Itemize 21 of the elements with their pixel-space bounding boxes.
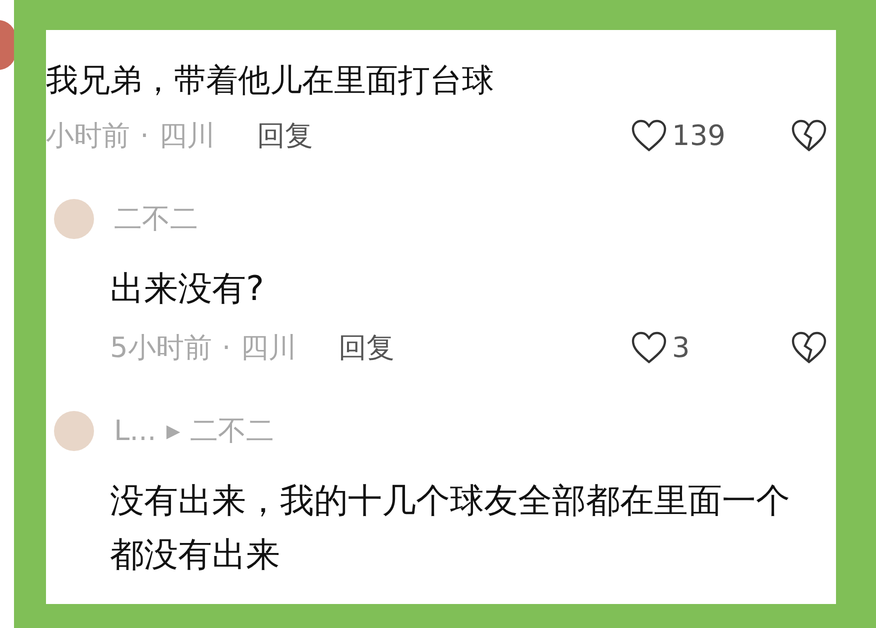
comment-text: 没有出来，我的十几个球友全部都在里面一个都没有出来	[110, 480, 791, 577]
broken-heart-icon[interactable]	[790, 331, 828, 365]
comment-time: 小时前	[46, 118, 130, 154]
author-name: 二不二	[190, 413, 274, 449]
separator-dot: ·	[140, 118, 149, 154]
like-count: 3	[672, 330, 690, 366]
separator-dot: ·	[222, 330, 231, 366]
author-name: 二不二	[114, 201, 198, 237]
like-count: 139	[672, 118, 726, 154]
broken-heart-icon[interactable]	[790, 119, 828, 153]
comment-location: 四川	[240, 330, 297, 366]
comment-text: 出来没有?	[110, 268, 266, 311]
heart-icon[interactable]	[630, 119, 668, 153]
author-name: L...	[114, 413, 156, 449]
heart-icon[interactable]	[630, 331, 668, 365]
reply-link[interactable]: 回复	[338, 327, 395, 369]
reply-arrow: ▶	[166, 420, 180, 444]
reply-link[interactable]: 回复	[256, 115, 313, 157]
comment-time: 5小时前	[110, 330, 212, 366]
comment-location: 四川	[158, 118, 215, 154]
comment-text: 我兄弟，带着他儿在里面打台球	[46, 60, 495, 100]
